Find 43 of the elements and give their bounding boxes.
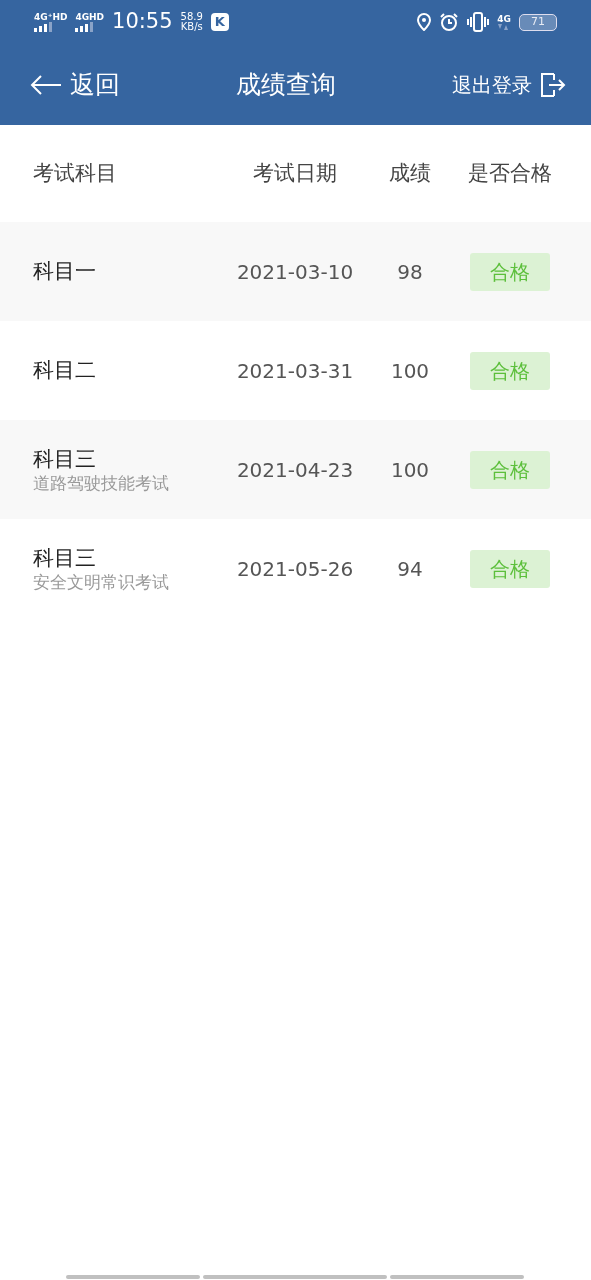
exam-date: 2021-03-10	[235, 258, 355, 286]
exam-score: 94	[396, 555, 424, 583]
logout-icon	[540, 71, 566, 98]
exam-date: 2021-04-23	[235, 456, 355, 484]
column-header: 是否合格	[467, 159, 553, 187]
exam-score: 98	[396, 258, 424, 286]
column-header: 成绩	[388, 159, 432, 187]
speed-value: 58.9	[180, 12, 203, 22]
network-label: 4G	[497, 14, 511, 24]
subject-detail: 安全文明常识考试	[33, 571, 170, 593]
network-label: 4G⁺HD	[34, 12, 68, 22]
page-title: 成绩查询	[236, 68, 336, 101]
exam-date: 2021-03-31	[235, 357, 355, 385]
alarm-icon	[439, 12, 460, 32]
subject-name: 科目三	[33, 544, 97, 572]
clock-time: 10:55	[112, 8, 173, 36]
back-label: 返回	[70, 68, 120, 101]
app-badge: K	[210, 13, 229, 31]
result-tag: 合格	[470, 549, 550, 588]
subject-detail: 道路驾驶技能考试	[33, 472, 170, 494]
column-header: 考试科目	[33, 159, 118, 187]
result-tag: 合格	[470, 450, 550, 489]
logout-link[interactable]: 退出登录	[452, 69, 566, 100]
exam-date: 2021-05-26	[235, 555, 355, 583]
result-tag: 合格	[470, 252, 550, 291]
signal-icon	[34, 21, 54, 32]
data-arrows-icon	[497, 23, 510, 30]
exam-score: 100	[389, 456, 431, 484]
logout-label: 退出登录	[452, 71, 532, 99]
exam-score: 100	[389, 357, 431, 385]
back-arrow-icon	[30, 74, 62, 95]
speed-unit: KB/s	[180, 22, 203, 32]
network-label: 4GHD	[75, 12, 105, 22]
result-tag: 合格	[470, 351, 550, 390]
signal-icon	[75, 21, 96, 32]
vibrate-icon	[467, 12, 490, 32]
subject-name: 科目一	[33, 257, 97, 285]
battery-level: 71	[519, 13, 557, 31]
subject-name: 科目三	[33, 445, 97, 473]
back-link[interactable]: 返回	[30, 65, 120, 104]
location-icon	[417, 13, 432, 31]
column-header: 考试日期	[252, 159, 338, 187]
subject-name: 科目二	[33, 356, 97, 384]
